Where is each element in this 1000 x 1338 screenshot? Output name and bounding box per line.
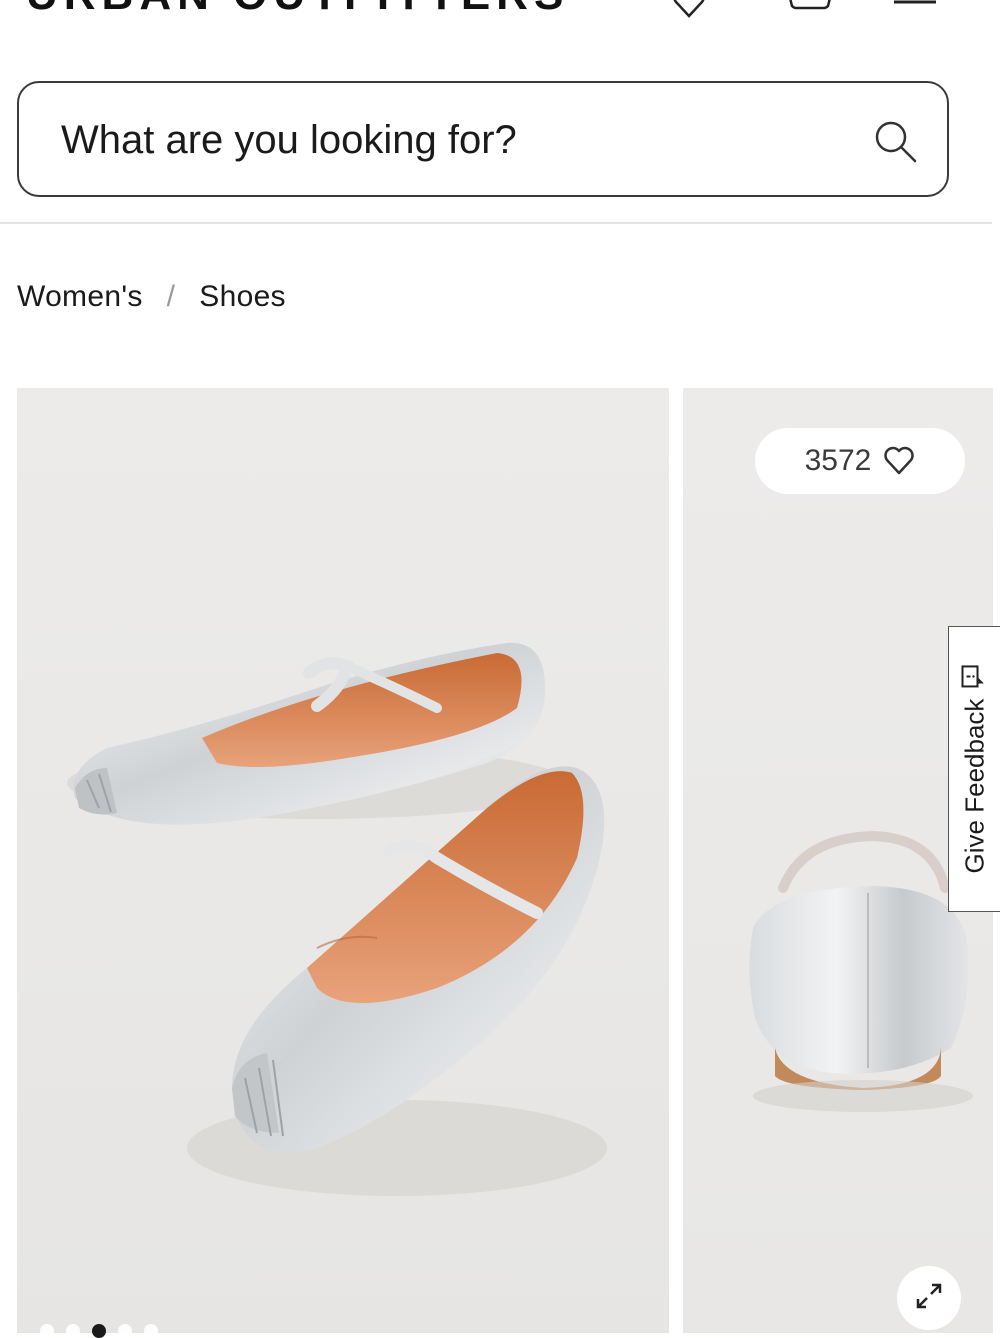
- feedback-label: Give Feedback: [959, 698, 989, 874]
- feedback-icon: [959, 665, 990, 689]
- heart-icon[interactable]: [672, 0, 706, 20]
- carousel-dot-active[interactable]: [92, 1324, 106, 1338]
- carousel-dot[interactable]: [118, 1324, 132, 1338]
- carousel-dot[interactable]: [66, 1324, 80, 1338]
- breadcrumb-womens[interactable]: Women's: [17, 280, 143, 313]
- breadcrumb: Women's / Shoes: [17, 280, 286, 320]
- carousel-dot[interactable]: [40, 1324, 54, 1338]
- carousel-dot[interactable]: [144, 1324, 158, 1338]
- breadcrumb-separator: /: [166, 280, 176, 313]
- like-count: 3572: [804, 444, 872, 477]
- heart-icon: [883, 446, 915, 476]
- give-feedback-tab[interactable]: Give Feedback: [948, 626, 1000, 912]
- product-image-main[interactable]: [17, 388, 669, 1333]
- shoe-pair-illustration: [67, 642, 607, 1196]
- like-button[interactable]: 3572: [755, 428, 965, 494]
- expand-image-button[interactable]: [897, 1266, 961, 1330]
- breadcrumb-shoes[interactable]: Shoes: [199, 280, 286, 313]
- search-input[interactable]: [59, 107, 843, 173]
- bag-icon[interactable]: [784, 0, 836, 20]
- site-logo[interactable]: URBAN OUTFITTERS: [26, 0, 569, 20]
- site-header: URBAN OUTFITTERS: [0, 0, 1000, 40]
- header-divider: [0, 222, 992, 224]
- search-bar: [17, 81, 949, 197]
- expand-icon: [912, 1279, 946, 1318]
- carousel-dots: [40, 1324, 158, 1338]
- menu-icon[interactable]: [892, 0, 938, 20]
- shoe-back-illustration: [749, 830, 973, 1112]
- search-icon[interactable]: [873, 119, 919, 165]
- product-image-secondary[interactable]: [683, 388, 993, 1333]
